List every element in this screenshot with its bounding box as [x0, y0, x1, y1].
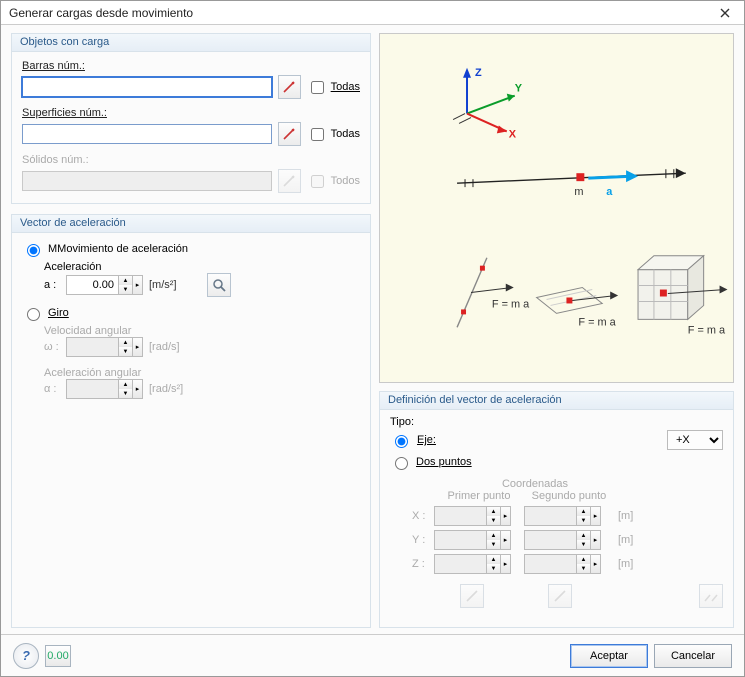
definition-title: Definición del vector de aceleración	[380, 392, 733, 410]
y2-stepper: ▲▼▸	[524, 530, 601, 550]
help-button[interactable]: ?	[13, 643, 39, 669]
dialog-footer: ? 0.00 Aceptar Cancelar	[1, 634, 744, 676]
picker-icon	[553, 589, 567, 603]
alpha-stepper: ▲▼ ▸	[66, 379, 143, 399]
a-stepper[interactable]: ▲▼ ▸	[66, 275, 143, 295]
solids-field: Sólidos núm.: Todos	[22, 154, 360, 193]
accel-vector-title: Vector de aceleración	[12, 215, 370, 233]
two-points-radio-label: Dos puntos	[416, 456, 472, 468]
rotation-radio-label: Giro	[48, 307, 69, 319]
units-icon: 0.00	[47, 650, 68, 662]
omega-input	[66, 337, 118, 357]
omega-stepper: ▲▼ ▸	[66, 337, 143, 357]
alpha-unit: [rad/s²]	[149, 383, 183, 395]
x2-stepper: ▲▼▸	[524, 506, 601, 526]
surfaces-all-checkbox[interactable]: Todas	[307, 125, 360, 144]
coord-row-y: Y : ▲▼▸ ▲▼▸ [m]	[412, 530, 723, 550]
axis-select[interactable]: +X	[667, 430, 723, 450]
solids-label: Sólidos núm.:	[22, 154, 360, 166]
axis-y-label: Y	[515, 83, 523, 95]
z2-stepper: ▲▼▸	[524, 554, 601, 574]
solids-input	[22, 171, 272, 191]
axis-radio-label: Eje:	[417, 434, 436, 446]
units-button[interactable]: 0.00	[45, 645, 71, 667]
members-all-checkbox[interactable]: Todas	[307, 78, 360, 97]
axis-radio[interactable]	[395, 435, 408, 448]
surfaces-pick-button[interactable]	[278, 122, 301, 146]
loaded-objects-group: Objetos con carga Barras núm.: Todas	[11, 33, 371, 204]
coords-header: Coordenadas	[434, 478, 636, 490]
coord-row-x: X : ▲▼▸ ▲▼▸ [m]	[412, 506, 723, 526]
picker-icon	[282, 174, 296, 188]
movement-radio-row[interactable]: MMovimiento de aceleraciónMovimiento de …	[22, 241, 360, 257]
help-icon: ?	[22, 648, 30, 663]
definition-group: Definición del vector de aceleración Tip…	[379, 391, 734, 628]
omega-unit: [rad/s]	[149, 341, 180, 353]
p1-pick-button	[460, 584, 484, 608]
right-column: Z Y X	[379, 33, 734, 628]
a-label: a :	[44, 279, 60, 291]
picker-icon	[465, 589, 479, 603]
members-label: Barras núm.:	[22, 60, 360, 72]
angular-velocity-caption: Velocidad angular	[44, 325, 360, 337]
second-point-header: Segundo punto	[524, 490, 614, 502]
alpha-input	[66, 379, 118, 399]
left-column: Objetos con carga Barras núm.: Todas	[11, 33, 371, 628]
titlebar: Generar cargas desde movimiento	[1, 1, 744, 25]
two-points-pick-button	[699, 584, 723, 608]
coords-area: Coordenadas Primer punto Segundo punto X…	[412, 478, 723, 608]
axis-z-label: Z	[475, 67, 482, 79]
a-library-button[interactable]	[207, 273, 231, 297]
a-input[interactable]	[66, 275, 118, 295]
z1-stepper: ▲▼▸	[434, 554, 511, 574]
y1-stepper: ▲▼▸	[434, 530, 511, 550]
formula-1: F = m a	[492, 298, 530, 310]
surfaces-input[interactable]	[22, 124, 272, 144]
formula-2: F = m a	[578, 316, 616, 328]
rotation-radio-row[interactable]: Giro	[22, 305, 360, 321]
surfaces-label: Superficies núm.:	[22, 107, 360, 119]
rotation-radio[interactable]	[27, 308, 40, 321]
loaded-objects-title: Objetos con carga	[12, 34, 370, 52]
axis-x-label: X	[509, 128, 517, 140]
angular-accel-caption: Aceleración angular	[44, 367, 360, 379]
members-pick-button[interactable]	[278, 75, 301, 99]
accel-vector-group: Vector de aceleración MMovimiento de ace…	[11, 214, 371, 628]
close-button[interactable]	[708, 2, 742, 24]
dialog-content: Objetos con carga Barras núm.: Todas	[1, 25, 744, 634]
movement-radio[interactable]	[27, 244, 40, 257]
two-points-picker-icon	[703, 589, 719, 603]
dialog-window: Generar cargas desde movimiento Objetos …	[0, 0, 745, 677]
dialog-title: Generar cargas desde movimiento	[9, 6, 708, 20]
explanatory-diagram: Z Y X	[379, 33, 734, 383]
two-points-radio-row[interactable]: Dos puntos	[390, 454, 723, 470]
a-unit: [m/s²]	[149, 279, 177, 291]
type-label: Tipo:	[390, 416, 723, 428]
formula-3: F = m a	[688, 324, 726, 336]
solids-all-checkbox: Todos	[307, 172, 360, 191]
omega-label: ω :	[44, 341, 60, 353]
accept-button[interactable]: Aceptar	[570, 644, 648, 668]
members-field: Barras núm.: Todas	[22, 60, 360, 99]
surfaces-field: Superficies núm.: Todas	[22, 107, 360, 146]
coord-row-z: Z : ▲▼▸ ▲▼▸ [m]	[412, 554, 723, 574]
mass-label: m	[574, 186, 583, 198]
rotation-subgroup: Velocidad angular ω : ▲▼ ▸ [rad/s] Acele…	[44, 325, 360, 399]
movement-radio-label: MMovimiento de aceleraciónMovimiento de …	[48, 243, 188, 255]
accel-label: a	[606, 186, 613, 198]
movement-subgroup: Aceleración a : ▲▼ ▸ [m/s²]	[44, 261, 360, 297]
picker-icon	[282, 127, 296, 141]
x1-stepper: ▲▼▸	[434, 506, 511, 526]
solids-pick-button	[278, 169, 301, 193]
p2-pick-button	[548, 584, 572, 608]
picker-icon	[282, 80, 296, 94]
members-input[interactable]	[22, 77, 272, 97]
cancel-button[interactable]: Cancelar	[654, 644, 732, 668]
accel-caption: Aceleración	[44, 261, 360, 273]
alpha-label: α :	[44, 383, 60, 395]
magnifier-icon	[212, 278, 226, 292]
two-points-radio[interactable]	[395, 457, 408, 470]
first-point-header: Primer punto	[434, 490, 524, 502]
